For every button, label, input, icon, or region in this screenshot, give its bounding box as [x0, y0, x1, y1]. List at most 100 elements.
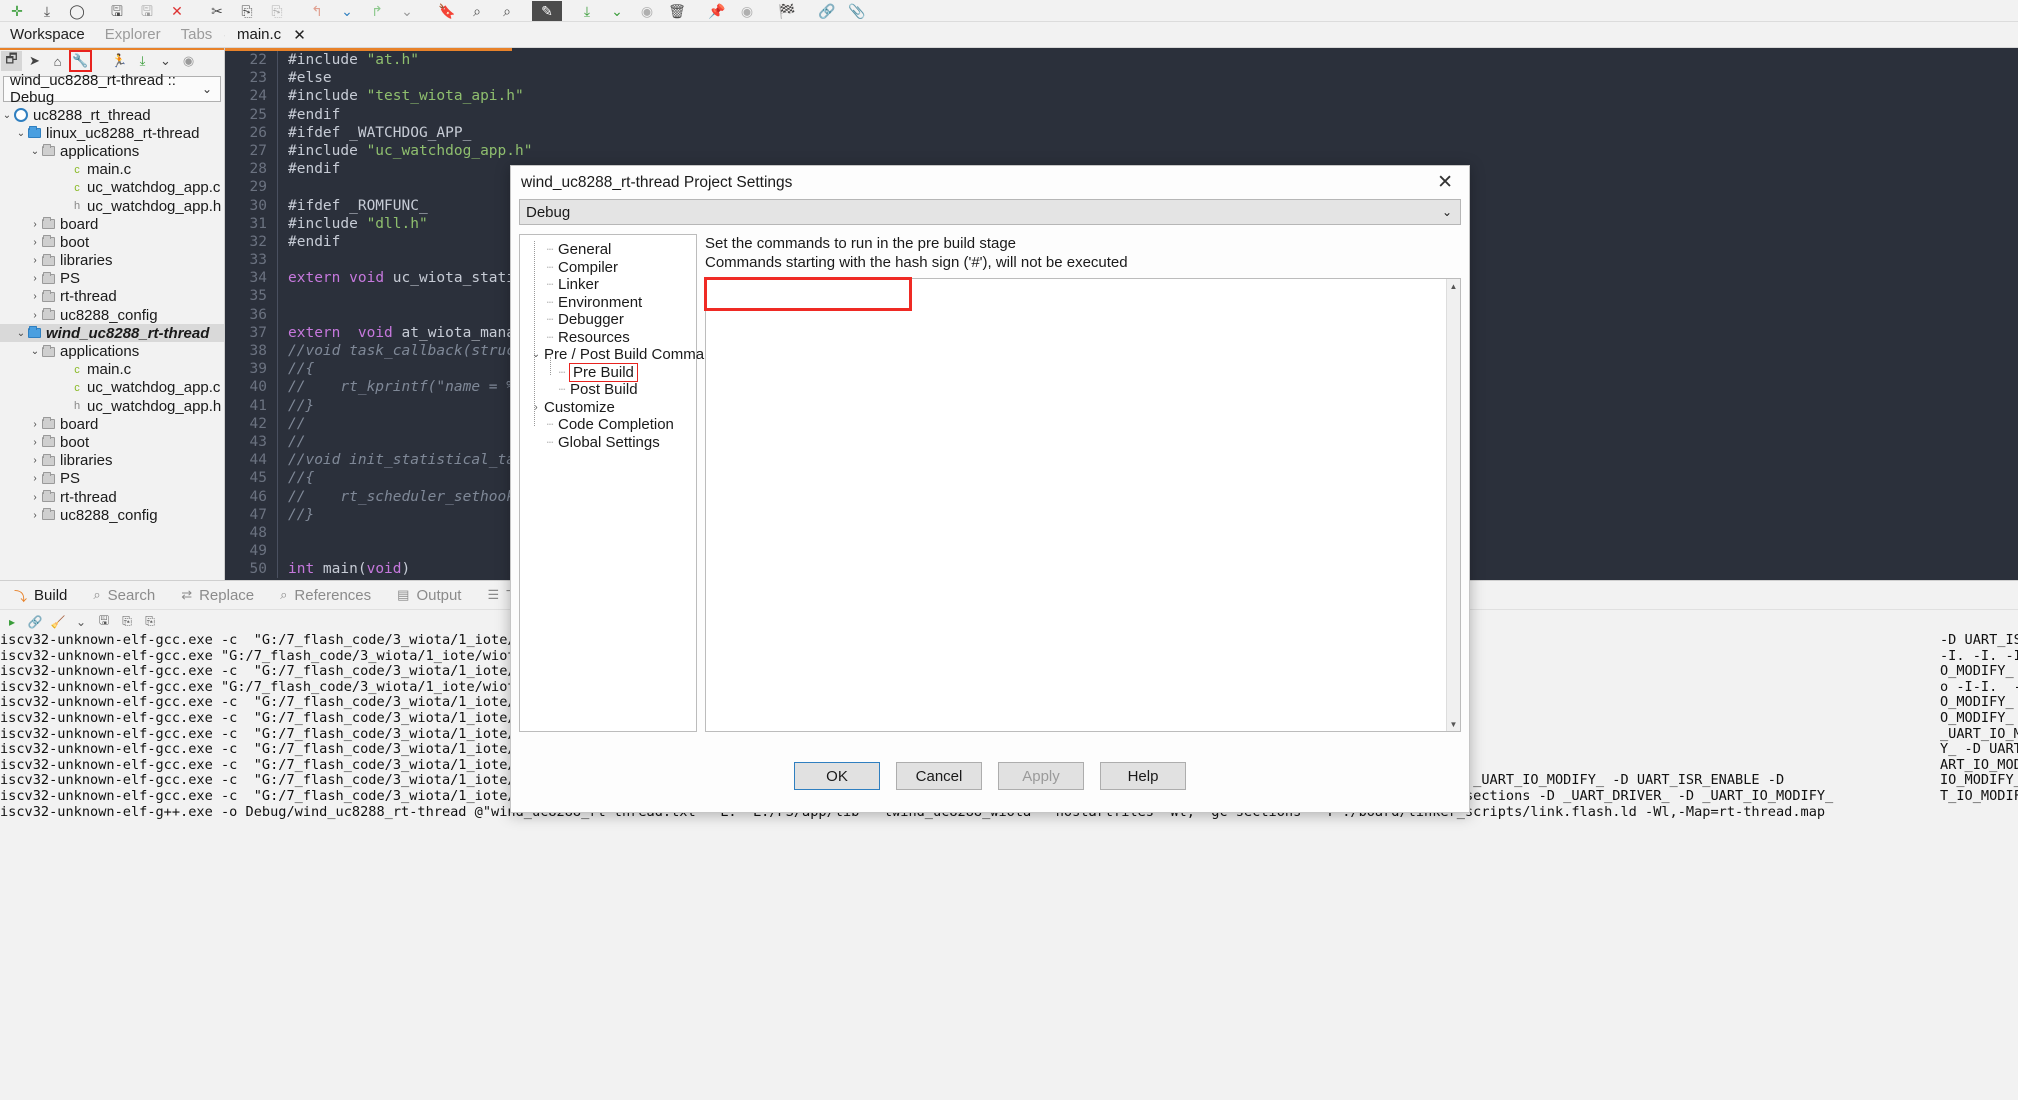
tree-node[interactable]: › uc8288_config [0, 506, 224, 524]
tree-node[interactable]: › libraries [0, 252, 224, 270]
undo-dropdown-icon[interactable]: ⌄ [332, 1, 362, 21]
chevron-right-icon[interactable]: › [28, 473, 42, 484]
scroll-up-icon[interactable]: ▲ [1447, 279, 1460, 293]
send-icon[interactable]: ➤ [24, 51, 45, 71]
redo-dropdown-icon[interactable]: ⌄ [392, 1, 422, 21]
bottom-tab-output[interactable]: ▤ Output [385, 581, 473, 609]
tree-node[interactable]: h uc_watchdog_app.h [0, 197, 224, 215]
bookmark-icon[interactable]: 🔖 [432, 1, 462, 21]
tree-node[interactable]: c uc_watchdog_app.c [0, 179, 224, 197]
broom-icon[interactable]: 🧹 [48, 612, 68, 631]
commands-scrollbar[interactable]: ▲ ▼ [1446, 279, 1460, 731]
commands-area[interactable]: ▲ ▼ [704, 277, 1461, 732]
tab-main-c[interactable]: main.c ✕ [225, 22, 318, 48]
chevron-right-icon[interactable]: › [28, 437, 42, 448]
tree-node[interactable]: › boot [0, 233, 224, 251]
paste-icon[interactable]: ⎘ [262, 1, 292, 21]
settings-tree-item[interactable]: ┈ Pre Build [528, 362, 696, 382]
chevron-down-icon[interactable]: ⌄ [14, 328, 28, 339]
tree-node[interactable]: ⌄ uc8288_rt_thread [0, 106, 224, 124]
tree-node[interactable]: ⌄ applications [0, 142, 224, 160]
save-icon[interactable]: 🖫 [94, 612, 114, 631]
bottom-tab-search[interactable]: ⌕ Search [81, 581, 167, 609]
chevron-right-icon[interactable]: › [28, 291, 42, 302]
home-icon[interactable]: ⌂ [47, 51, 68, 71]
chevron-down-icon[interactable]: ⌄ [28, 346, 42, 357]
debug-icon[interactable]: ◉ [632, 1, 662, 21]
settings-tree-item[interactable]: ┈ Post Build [528, 381, 696, 399]
chevron-right-icon[interactable]: › [28, 510, 42, 521]
pencil-icon[interactable]: ✎ [532, 0, 562, 21]
bottom-tab-build[interactable]: ⤵ Build [2, 581, 79, 609]
paste-icon[interactable]: ⎘ [140, 612, 160, 631]
bottom-tab-references[interactable]: ⌕ References [268, 581, 383, 609]
settings-tree-item[interactable]: ┈ General [528, 241, 696, 259]
save-all-icon[interactable]: 🖫 [132, 1, 162, 21]
save-icon[interactable]: 🖫 [102, 1, 132, 21]
chevron-right-icon[interactable]: › [28, 255, 42, 266]
tree-node[interactable]: › libraries [0, 452, 224, 470]
stop-icon[interactable]: ◉ [732, 1, 762, 21]
scroll-down-icon[interactable]: ▼ [1447, 717, 1460, 731]
stop-icon[interactable]: ⌄ [71, 612, 91, 631]
delete-icon[interactable]: 🗑 [662, 1, 692, 21]
search-replace-icon[interactable]: ⌕ [492, 1, 522, 21]
stop-icon[interactable]: ◉ [178, 51, 199, 71]
copy-icon[interactable]: ⎘ [232, 1, 262, 21]
tree-node[interactable]: ⌄ applications [0, 342, 224, 360]
settings-tree-item[interactable]: ┈ Linker [528, 276, 696, 294]
close-red-icon[interactable]: ✕ [162, 1, 192, 21]
download-dropdown-icon[interactable]: ⌄ [602, 1, 632, 21]
workspace-icon[interactable]: 🗗 [1, 51, 22, 71]
pin-icon[interactable]: 📌 [702, 1, 732, 21]
chevron-down-icon[interactable]: ⌄ [28, 146, 42, 157]
help-button[interactable]: Help [1100, 762, 1186, 790]
tab-explorer[interactable]: Explorer [95, 22, 171, 48]
undo-icon[interactable]: ↰ [302, 1, 332, 21]
chevron-right-icon[interactable]: › [28, 455, 42, 466]
download-icon[interactable]: ⤓ [132, 51, 153, 71]
chevron-down-icon[interactable]: ⌄ [202, 82, 220, 96]
build-config-combo[interactable]: wind_uc8288_rt-thread :: Debug ⌄ [3, 72, 221, 106]
tree-node[interactable]: › rt-thread [0, 488, 224, 506]
tree-node[interactable]: ⌄ wind_uc8288_rt-thread [0, 324, 224, 343]
tree-node[interactable]: › rt-thread [0, 288, 224, 306]
tree-node[interactable]: c main.c [0, 361, 224, 379]
tree-node[interactable]: h uc_watchdog_app.h [0, 397, 224, 415]
chevron-down-icon[interactable]: ⌄ [14, 128, 28, 139]
close-icon[interactable]: ✕ [1429, 173, 1461, 192]
chevron-down-icon[interactable]: ⌄ [155, 51, 176, 71]
tab-workspace[interactable]: Workspace [0, 22, 95, 48]
project-tree[interactable]: ⌄ uc8288_rt_thread ⌄ linux_uc8288_rt-thread… [0, 106, 224, 524]
tree-node[interactable]: c main.c [0, 161, 224, 179]
chevron-right-icon[interactable]: › [28, 237, 42, 248]
settings-tree-item[interactable]: ┈ Environment [528, 294, 696, 312]
tree-node[interactable]: c uc_watchdog_app.c [0, 379, 224, 397]
settings-tree-item[interactable]: ⌄ Pre / Post Build Commands [528, 346, 728, 364]
download-icon[interactable]: ⤓ [572, 1, 602, 21]
chevron-right-icon[interactable]: › [28, 419, 42, 430]
ok-button[interactable]: OK [794, 762, 880, 790]
chevron-down-icon[interactable]: ⌄ [1442, 205, 1460, 219]
tree-node[interactable]: › board [0, 215, 224, 233]
chevron-right-icon[interactable]: › [528, 402, 544, 413]
bottom-tab-replace[interactable]: ⇄ Replace [169, 581, 266, 609]
cancel-button[interactable]: Cancel [896, 762, 982, 790]
import-icon[interactable]: ⤓ [32, 1, 62, 21]
attach-icon[interactable]: 📎 [842, 1, 872, 21]
close-icon[interactable]: ✕ [293, 26, 306, 44]
settings-tree-item[interactable]: ┈ Code Completion [528, 416, 696, 434]
tree-node[interactable]: ⌄ linux_uc8288_rt-thread [0, 124, 224, 142]
refresh-icon[interactable]: ◯ [62, 1, 92, 21]
tree-node[interactable]: › boot [0, 433, 224, 451]
tree-node[interactable]: › PS [0, 470, 224, 488]
prebuild-command-input[interactable] [704, 277, 912, 311]
chevron-down-icon[interactable]: ⌄ [528, 349, 544, 360]
chevron-right-icon[interactable]: › [28, 310, 42, 321]
breakpoint-icon[interactable]: 🏁 [772, 1, 802, 21]
chevron-right-icon[interactable]: › [28, 273, 42, 284]
chevron-right-icon[interactable]: › [28, 492, 42, 503]
search-icon[interactable]: ⌕ [462, 1, 492, 21]
settings-tree-item[interactable]: ┈ Compiler [528, 259, 696, 277]
cut-icon[interactable]: ✂ [202, 1, 232, 21]
